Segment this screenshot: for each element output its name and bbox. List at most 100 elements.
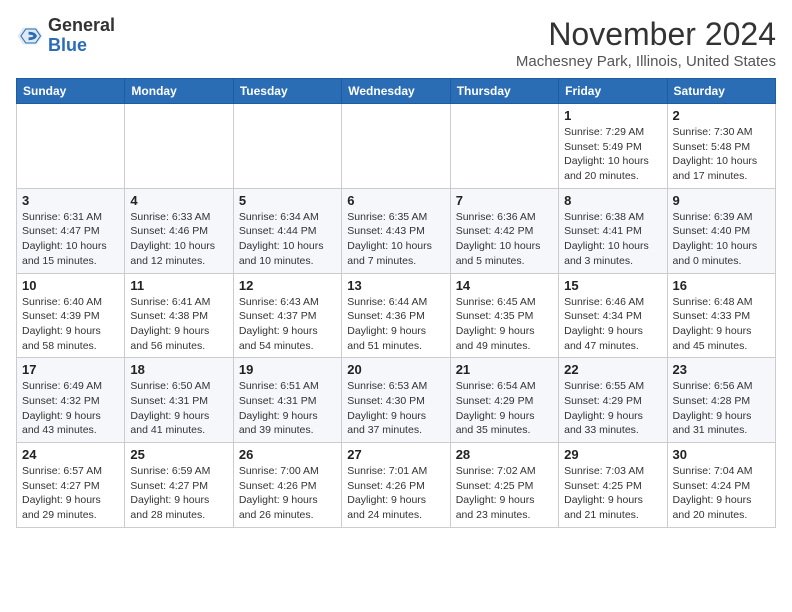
calendar-cell: 6 Sunrise: 6:35 AMSunset: 4:43 PMDaylight…: [342, 188, 450, 273]
calendar-cell: 30 Sunrise: 7:04 AMSunset: 4:24 PMDayligh…: [667, 443, 775, 528]
day-info: Sunrise: 6:53 AMSunset: 4:30 PMDaylight:…: [347, 379, 444, 438]
weekday-header-saturday: Saturday: [667, 79, 775, 104]
calendar-cell: 20 Sunrise: 6:53 AMSunset: 4:30 PMDayligh…: [342, 358, 450, 443]
day-info: Sunrise: 7:04 AMSunset: 4:24 PMDaylight:…: [673, 464, 770, 523]
day-info: Sunrise: 7:03 AMSunset: 4:25 PMDaylight:…: [564, 464, 661, 523]
main-title: November 2024: [516, 16, 776, 53]
day-number: 11: [130, 278, 227, 293]
calendar-cell: 13Sunrise: 6:44 AMSunset: 4:36 PMDayligh…: [342, 273, 450, 358]
weekday-header-tuesday: Tuesday: [233, 79, 341, 104]
day-number: 20: [347, 362, 444, 377]
day-info: Sunrise: 6:40 AMSunset: 4:39 PMDaylight:…: [22, 295, 119, 354]
calendar-cell: 9 Sunrise: 6:39 AMSunset: 4:40 PMDaylight…: [667, 188, 775, 273]
day-number: 23: [673, 362, 770, 377]
title-block: November 2024 Machesney Park, Illinois, …: [516, 16, 776, 70]
weekday-header-monday: Monday: [125, 79, 233, 104]
day-number: 12: [239, 278, 336, 293]
day-number: 10: [22, 278, 119, 293]
calendar-table: SundayMondayTuesdayWednesdayThursdayFrid…: [16, 78, 776, 528]
calendar-cell: 21 Sunrise: 6:54 AMSunset: 4:29 PMDayligh…: [450, 358, 558, 443]
day-info: Sunrise: 6:51 AMSunset: 4:31 PMDaylight:…: [239, 379, 336, 438]
day-info: Sunrise: 7:00 AMSunset: 4:26 PMDaylight:…: [239, 464, 336, 523]
day-info: Sunrise: 6:50 AMSunset: 4:31 PMDaylight:…: [130, 379, 227, 438]
day-number: 4: [130, 193, 227, 208]
day-number: 14: [456, 278, 553, 293]
logo-blue: Blue: [48, 36, 115, 56]
calendar-cell: [233, 104, 341, 189]
day-number: 8: [564, 193, 661, 208]
day-info: Sunrise: 6:54 AMSunset: 4:29 PMDaylight:…: [456, 379, 553, 438]
day-info: Sunrise: 6:55 AMSunset: 4:29 PMDaylight:…: [564, 379, 661, 438]
weekday-header-thursday: Thursday: [450, 79, 558, 104]
calendar-cell: 28 Sunrise: 7:02 AMSunset: 4:25 PMDayligh…: [450, 443, 558, 528]
calendar-cell: 12 Sunrise: 6:43 AMSunset: 4:37 PMDayligh…: [233, 273, 341, 358]
calendar-cell: 18Sunrise: 6:50 AMSunset: 4:31 PMDayligh…: [125, 358, 233, 443]
day-number: 24: [22, 447, 119, 462]
day-number: 21: [456, 362, 553, 377]
day-number: 9: [673, 193, 770, 208]
calendar-cell: 22 Sunrise: 6:55 AMSunset: 4:29 PMDayligh…: [559, 358, 667, 443]
calendar-cell: 3Sunrise: 6:31 AMSunset: 4:47 PMDaylight…: [17, 188, 125, 273]
day-info: Sunrise: 6:43 AMSunset: 4:37 PMDaylight:…: [239, 295, 336, 354]
day-number: 15: [564, 278, 661, 293]
weekday-header-row: SundayMondayTuesdayWednesdayThursdayFrid…: [17, 79, 776, 104]
day-number: 28: [456, 447, 553, 462]
calendar-cell: 27Sunrise: 7:01 AMSunset: 4:26 PMDayligh…: [342, 443, 450, 528]
calendar-cell: 1Sunrise: 7:29 AMSunset: 5:49 PMDaylight…: [559, 104, 667, 189]
calendar-cell: 10 Sunrise: 6:40 AMSunset: 4:39 PMDayligh…: [17, 273, 125, 358]
weekday-header-sunday: Sunday: [17, 79, 125, 104]
day-info: Sunrise: 6:39 AMSunset: 4:40 PMDaylight:…: [673, 210, 770, 269]
calendar-cell: [17, 104, 125, 189]
day-info: Sunrise: 6:59 AMSunset: 4:27 PMDaylight:…: [130, 464, 227, 523]
weekday-header-friday: Friday: [559, 79, 667, 104]
day-number: 17: [22, 362, 119, 377]
calendar-header: SundayMondayTuesdayWednesdayThursdayFrid…: [17, 79, 776, 104]
day-number: 2: [673, 108, 770, 123]
calendar-body: 1Sunrise: 7:29 AMSunset: 5:49 PMDaylight…: [17, 104, 776, 528]
calendar-cell: 5Sunrise: 6:34 AMSunset: 4:44 PMDaylight…: [233, 188, 341, 273]
calendar-cell: 17Sunrise: 6:49 AMSunset: 4:32 PMDayligh…: [17, 358, 125, 443]
day-info: Sunrise: 6:35 AMSunset: 4:43 PMDaylight:…: [347, 210, 444, 269]
weekday-header-wednesday: Wednesday: [342, 79, 450, 104]
calendar-cell: [125, 104, 233, 189]
logo: General Blue: [16, 16, 115, 56]
day-number: 19: [239, 362, 336, 377]
day-info: Sunrise: 6:34 AMSunset: 4:44 PMDaylight:…: [239, 210, 336, 269]
page-header: General Blue November 2024 Machesney Par…: [16, 16, 776, 70]
calendar-cell: 25Sunrise: 6:59 AMSunset: 4:27 PMDayligh…: [125, 443, 233, 528]
day-number: 3: [22, 193, 119, 208]
calendar-cell: 26 Sunrise: 7:00 AMSunset: 4:26 PMDayligh…: [233, 443, 341, 528]
calendar-cell: 29 Sunrise: 7:03 AMSunset: 4:25 PMDayligh…: [559, 443, 667, 528]
logo-icon: [16, 22, 44, 50]
day-info: Sunrise: 6:33 AMSunset: 4:46 PMDaylight:…: [130, 210, 227, 269]
day-number: 16: [673, 278, 770, 293]
day-info: Sunrise: 6:44 AMSunset: 4:36 PMDaylight:…: [347, 295, 444, 354]
calendar-cell: 2Sunrise: 7:30 AMSunset: 5:48 PMDaylight…: [667, 104, 775, 189]
calendar-cell: 11Sunrise: 6:41 AMSunset: 4:38 PMDayligh…: [125, 273, 233, 358]
calendar-cell: [450, 104, 558, 189]
day-info: Sunrise: 6:46 AMSunset: 4:34 PMDaylight:…: [564, 295, 661, 354]
calendar-cell: 7Sunrise: 6:36 AMSunset: 4:42 PMDaylight…: [450, 188, 558, 273]
day-number: 30: [673, 447, 770, 462]
day-number: 22: [564, 362, 661, 377]
logo-text: General Blue: [48, 16, 115, 56]
day-number: 6: [347, 193, 444, 208]
calendar-cell: 8 Sunrise: 6:38 AMSunset: 4:41 PMDaylight…: [559, 188, 667, 273]
calendar-cell: 24Sunrise: 6:57 AMSunset: 4:27 PMDayligh…: [17, 443, 125, 528]
calendar-week-4: 24Sunrise: 6:57 AMSunset: 4:27 PMDayligh…: [17, 443, 776, 528]
calendar-week-1: 3Sunrise: 6:31 AMSunset: 4:47 PMDaylight…: [17, 188, 776, 273]
subtitle: Machesney Park, Illinois, United States: [516, 53, 776, 70]
day-info: Sunrise: 6:38 AMSunset: 4:41 PMDaylight:…: [564, 210, 661, 269]
day-number: 26: [239, 447, 336, 462]
day-number: 27: [347, 447, 444, 462]
calendar-cell: 15 Sunrise: 6:46 AMSunset: 4:34 PMDayligh…: [559, 273, 667, 358]
day-info: Sunrise: 6:48 AMSunset: 4:33 PMDaylight:…: [673, 295, 770, 354]
calendar-cell: 14Sunrise: 6:45 AMSunset: 4:35 PMDayligh…: [450, 273, 558, 358]
day-info: Sunrise: 7:02 AMSunset: 4:25 PMDaylight:…: [456, 464, 553, 523]
calendar-cell: 19 Sunrise: 6:51 AMSunset: 4:31 PMDayligh…: [233, 358, 341, 443]
calendar-week-2: 10 Sunrise: 6:40 AMSunset: 4:39 PMDayligh…: [17, 273, 776, 358]
day-info: Sunrise: 6:56 AMSunset: 4:28 PMDaylight:…: [673, 379, 770, 438]
calendar-cell: [342, 104, 450, 189]
day-number: 7: [456, 193, 553, 208]
day-number: 29: [564, 447, 661, 462]
